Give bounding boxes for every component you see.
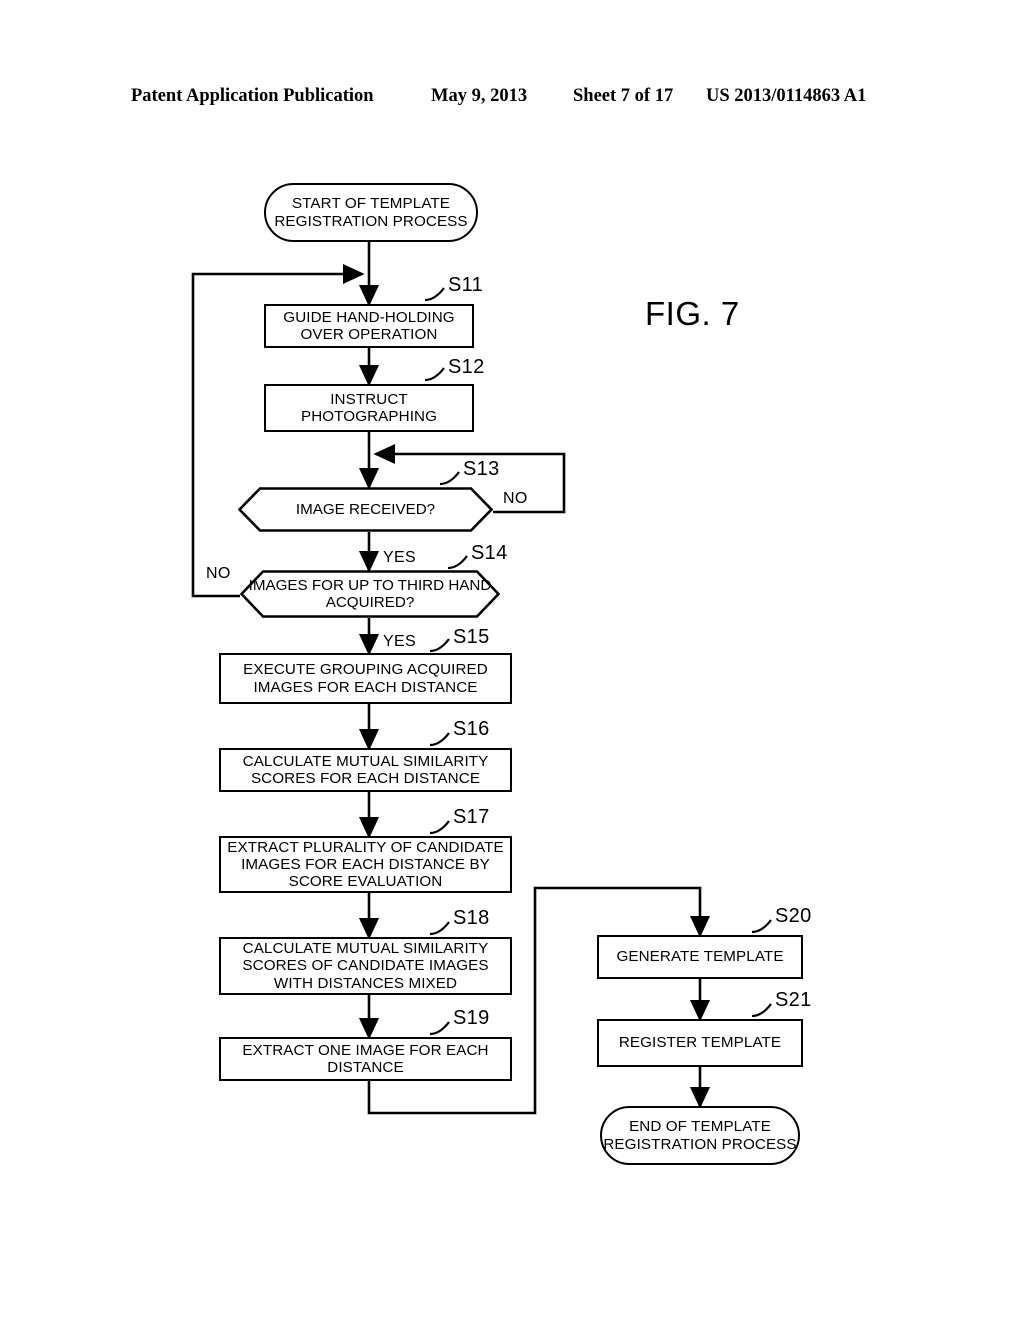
step-tag-s14: S14: [471, 542, 508, 564]
step-tag-s20: S20: [775, 905, 812, 927]
node-start-label: START OF TEMPLATE REGISTRATION PROCESS: [274, 195, 468, 230]
step-tag-s13: S13: [463, 458, 500, 480]
node-s11-label: GUIDE HAND-HOLDING OVER OPERATION: [283, 308, 455, 343]
node-s14-images-for-up-to-third-hand: IMAGES FOR UP TO THIRD HAND ACQUIRED?: [240, 570, 500, 618]
step-tag-s12: S12: [448, 356, 485, 378]
edge-label-s13-yes: YES: [383, 549, 416, 566]
node-end-terminator: END OF TEMPLATE REGISTRATION PROCESS: [600, 1106, 800, 1165]
step-tag-s17: S17: [453, 806, 490, 828]
step-tag-s21: S21: [775, 989, 812, 1011]
edge-label-s13-no: NO: [503, 490, 528, 507]
node-start-terminator: START OF TEMPLATE REGISTRATION PROCESS: [264, 183, 478, 242]
node-s18-calculate-candidate-similarity: CALCULATE MUTUAL SIMILARITY SCORES OF CA…: [219, 937, 512, 995]
node-s18-label: CALCULATE MUTUAL SIMILARITY SCORES OF CA…: [242, 940, 489, 992]
flowchart-connectors: [191, 242, 772, 1115]
step-tag-s15: S15: [453, 626, 490, 648]
node-s13-label: IMAGE RECEIVED?: [295, 500, 436, 518]
node-s16-label: CALCULATE MUTUAL SIMILARITY SCORES FOR E…: [242, 752, 489, 787]
edge-label-s14-no: NO: [206, 565, 231, 582]
node-s11-guide-hand-holding: GUIDE HAND-HOLDING OVER OPERATION: [264, 304, 474, 348]
step-tag-s18: S18: [453, 907, 490, 929]
node-s16-calculate-similarity: CALCULATE MUTUAL SIMILARITY SCORES FOR E…: [219, 748, 512, 792]
node-s20-generate-template: GENERATE TEMPLATE: [597, 935, 803, 979]
node-s12-label: INSTRUCT PHOTOGRAPHING: [300, 390, 438, 425]
node-s21-register-template: REGISTER TEMPLATE: [597, 1019, 803, 1067]
node-s20-label: GENERATE TEMPLATE: [616, 948, 784, 966]
node-s15-execute-grouping: EXECUTE GROUPING ACQUIRED IMAGES FOR EAC…: [219, 653, 512, 704]
node-s14-label: IMAGES FOR UP TO THIRD HAND ACQUIRED?: [248, 576, 492, 611]
node-s19-label: EXTRACT ONE IMAGE FOR EACH DISTANCE: [242, 1041, 489, 1076]
node-s12-instruct-photographing: INSTRUCT PHOTOGRAPHING: [264, 384, 474, 432]
node-end-label: END OF TEMPLATE REGISTRATION PROCESS: [603, 1118, 797, 1153]
node-s13-image-received: IMAGE RECEIVED?: [238, 487, 493, 532]
node-s21-label: REGISTER TEMPLATE: [618, 1034, 782, 1052]
step-tag-s16: S16: [453, 718, 490, 740]
node-s15-label: EXECUTE GROUPING ACQUIRED IMAGES FOR EAC…: [243, 661, 488, 696]
step-tag-s19: S19: [453, 1007, 490, 1029]
node-s17-extract-plurality: EXTRACT PLURALITY OF CANDIDATE IMAGES FO…: [219, 836, 512, 893]
patent-figure-page: Patent Application Publication May 9, 20…: [0, 0, 1024, 1320]
step-tag-s11: S11: [448, 274, 484, 296]
node-s19-extract-one-image: EXTRACT ONE IMAGE FOR EACH DISTANCE: [219, 1037, 512, 1081]
edge-label-s14-yes: YES: [383, 633, 416, 650]
node-s17-label: EXTRACT PLURALITY OF CANDIDATE IMAGES FO…: [227, 838, 504, 891]
